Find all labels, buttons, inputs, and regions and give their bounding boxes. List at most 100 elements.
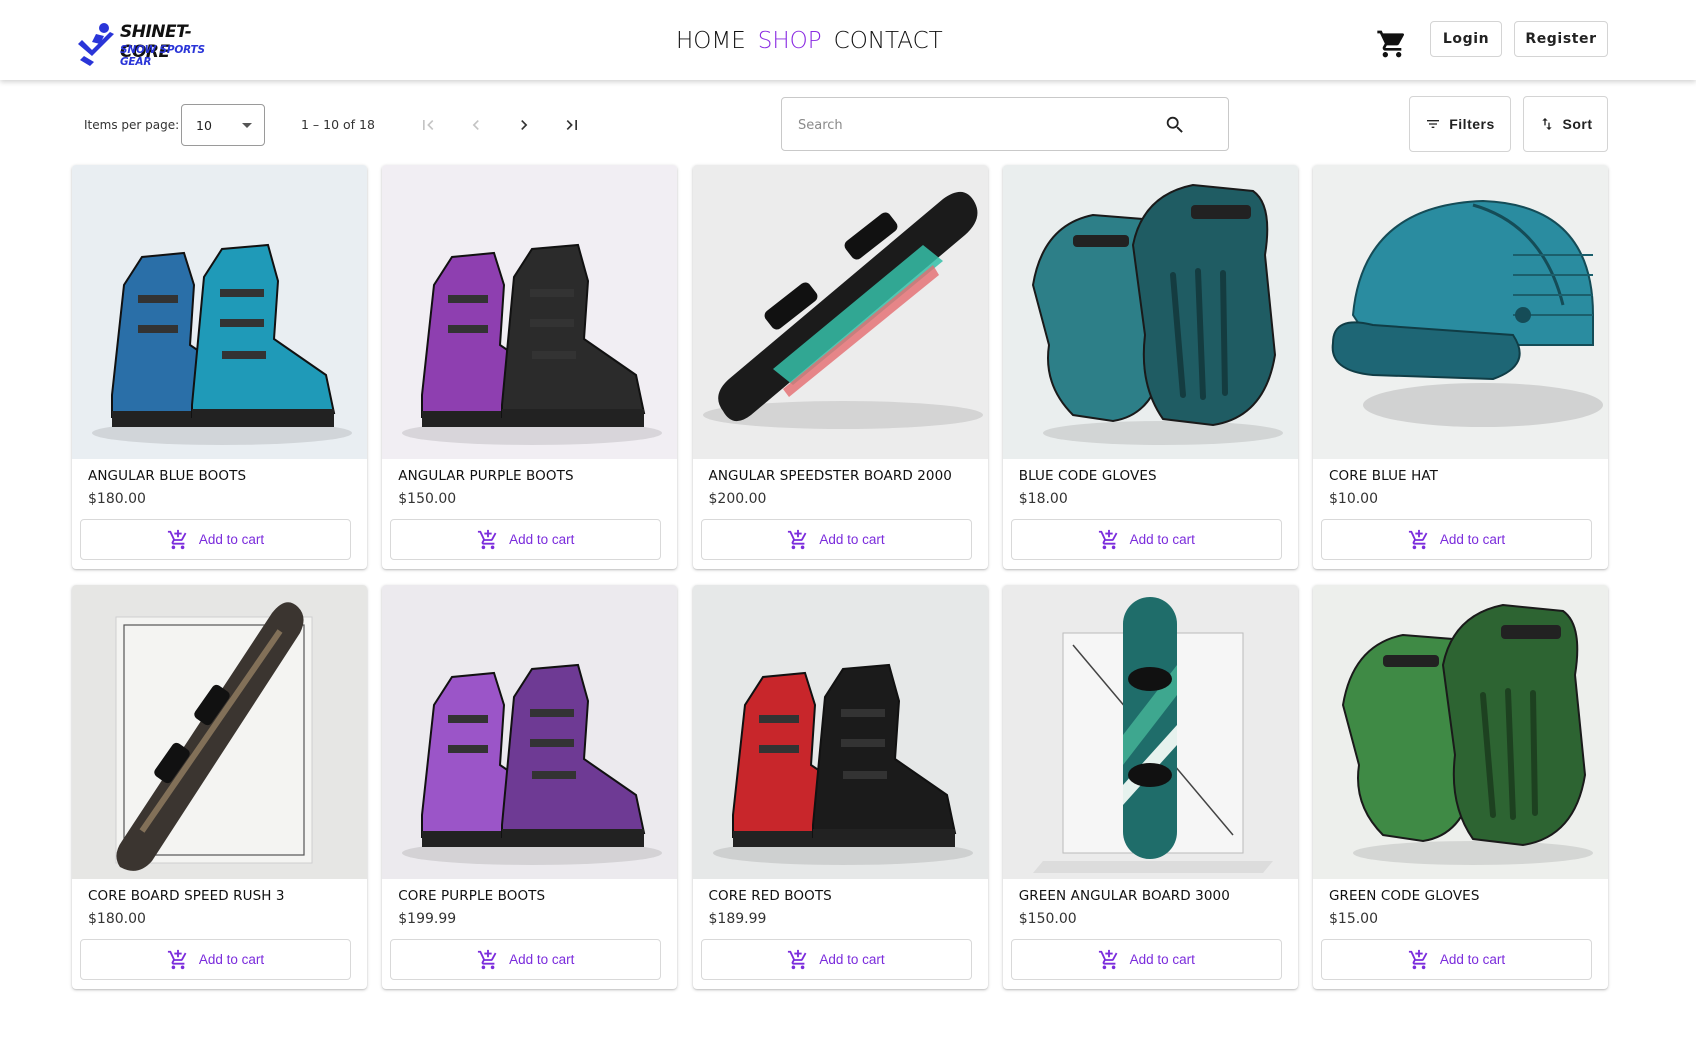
brand-logo[interactable]: SHINET-CORE SNOW SPORTS GEAR (74, 20, 234, 68)
site-header: SHINET-CORE SNOW SPORTS GEAR HOME SHOP C… (0, 0, 1696, 80)
product-price: $15.00 (1329, 911, 1378, 927)
add-to-cart-label: Add to cart (1439, 952, 1506, 967)
sort-label: Sort (1562, 116, 1593, 132)
product-price: $199.99 (398, 911, 457, 927)
product-image (72, 165, 367, 459)
product-image (692, 165, 988, 459)
product-price: $10.00 (1329, 491, 1378, 507)
product-image-wrapper[interactable] (692, 165, 988, 459)
product-name[interactable]: ANGULAR PURPLE BOOTS (398, 468, 573, 484)
nav-contact[interactable]: CONTACT (834, 28, 943, 54)
add-to-cart-button[interactable]: Add to cart (390, 939, 662, 980)
product-price: $200.00 (708, 491, 767, 507)
product-card[interactable]: ANGULAR PURPLE BOOTS $150.00 Add to cart (382, 165, 678, 569)
product-name[interactable]: ANGULAR BLUE BOOTS (88, 468, 246, 484)
product-image-wrapper[interactable] (1313, 585, 1608, 879)
product-image-wrapper[interactable] (72, 585, 367, 879)
product-image (382, 585, 678, 879)
add-to-cart-label: Add to cart (819, 532, 885, 547)
product-name[interactable]: ANGULAR SPEEDSTER BOARD 2000 (709, 468, 952, 484)
last-page-button[interactable] (560, 113, 584, 137)
items-per-page-select[interactable]: 10 (181, 104, 265, 146)
product-image-wrapper[interactable] (1002, 585, 1298, 879)
product-image-wrapper[interactable] (382, 165, 678, 459)
product-image (692, 585, 988, 879)
add-to-cart-button[interactable]: Add to cart (390, 519, 662, 560)
main-nav: HOME SHOP CONTACT (676, 28, 943, 54)
product-price: $180.00 (88, 911, 146, 927)
sort-button[interactable]: Sort (1523, 96, 1608, 152)
add-to-cart-button[interactable]: Add to cart (1321, 519, 1592, 560)
add-to-cart-label: Add to cart (819, 952, 885, 967)
add-to-cart-button[interactable]: Add to cart (80, 519, 351, 560)
product-image (382, 165, 678, 459)
add-shopping-cart-icon (787, 949, 809, 971)
filters-label: Filters (1449, 116, 1495, 132)
add-to-cart-button[interactable]: Add to cart (1010, 939, 1282, 980)
add-to-cart-button[interactable]: Add to cart (1321, 939, 1592, 980)
add-shopping-cart-icon (1098, 949, 1120, 971)
product-name[interactable]: BLUE CODE GLOVES (1019, 468, 1157, 484)
product-name[interactable]: CORE PURPLE BOOTS (398, 888, 545, 904)
product-image (72, 585, 367, 879)
next-page-button[interactable] (512, 113, 536, 137)
product-card[interactable]: CORE RED BOOTS $189.99 Add to cart (692, 585, 988, 989)
chevron-left-icon (472, 120, 479, 130)
product-price: $180.00 (88, 491, 146, 507)
product-name[interactable]: GREEN ANGULAR BOARD 3000 (1019, 888, 1230, 904)
add-to-cart-button[interactable]: Add to cart (80, 939, 351, 980)
product-card[interactable]: GREEN ANGULAR BOARD 3000 $150.00 Add to … (1002, 585, 1298, 989)
add-to-cart-label: Add to cart (1129, 952, 1195, 967)
search-icon[interactable] (1164, 114, 1186, 136)
add-to-cart-label: Add to cart (509, 952, 575, 967)
product-image-wrapper[interactable] (1313, 165, 1608, 459)
brand-tagline: SNOW SPORTS GEAR (120, 44, 205, 68)
product-name[interactable]: CORE BLUE HAT (1329, 468, 1438, 484)
product-name[interactable]: CORE RED BOOTS (709, 888, 832, 904)
search-field (781, 97, 1229, 151)
cart-icon (1377, 30, 1405, 58)
product-price: $18.00 (1018, 491, 1068, 507)
items-per-page-value: 10 (196, 117, 212, 133)
add-shopping-cart-icon (167, 529, 189, 551)
product-image (1002, 165, 1298, 459)
add-shopping-cart-icon (787, 529, 809, 551)
login-button[interactable]: Login (1430, 21, 1502, 57)
product-card[interactable]: ANGULAR SPEEDSTER BOARD 2000 $200.00 Add… (692, 165, 988, 569)
product-card[interactable]: GREEN CODE GLOVES $15.00 Add to cart (1313, 585, 1608, 989)
add-to-cart-label: Add to cart (198, 952, 265, 967)
search-input[interactable] (798, 114, 1138, 136)
product-image-wrapper[interactable] (382, 585, 678, 879)
product-card[interactable]: CORE BOARD SPEED RUSH 3 $180.00 Add to c… (72, 585, 367, 989)
nav-shop[interactable]: SHOP (758, 28, 822, 54)
filters-button[interactable]: Filters (1409, 96, 1511, 152)
product-name[interactable]: GREEN CODE GLOVES (1329, 888, 1479, 904)
snowboarder-icon (78, 23, 114, 66)
add-to-cart-button[interactable]: Add to cart (700, 519, 972, 560)
add-to-cart-label: Add to cart (198, 532, 265, 547)
add-shopping-cart-icon (1408, 949, 1430, 971)
add-shopping-cart-icon (167, 949, 189, 971)
add-shopping-cart-icon (1408, 529, 1430, 551)
first-page-button[interactable] (416, 113, 440, 137)
register-button[interactable]: Register (1514, 21, 1608, 57)
product-card[interactable]: BLUE CODE GLOVES $18.00 Add to cart (1002, 165, 1298, 569)
product-image-wrapper[interactable] (1002, 165, 1298, 459)
product-image (1313, 585, 1608, 879)
product-grid: ANGULAR BLUE BOOTS $180.00 Add to cart A… (72, 165, 1608, 989)
add-shopping-cart-icon (477, 529, 499, 551)
nav-home[interactable]: HOME (676, 28, 746, 54)
product-image-wrapper[interactable] (72, 165, 367, 459)
product-card[interactable]: CORE PURPLE BOOTS $199.99 Add to cart (382, 585, 678, 989)
previous-page-button[interactable] (464, 113, 488, 137)
product-card[interactable]: CORE BLUE HAT $10.00 Add to cart (1313, 165, 1608, 569)
filter-icon (1427, 120, 1440, 128)
product-name[interactable]: CORE BOARD SPEED RUSH 3 (88, 888, 285, 904)
product-card[interactable]: ANGULAR BLUE BOOTS $180.00 Add to cart (72, 165, 367, 569)
cart-button[interactable] (1376, 28, 1408, 60)
dropdown-arrow-icon (242, 123, 252, 128)
add-to-cart-button[interactable]: Add to cart (1010, 519, 1282, 560)
add-to-cart-button[interactable]: Add to cart (700, 939, 972, 980)
product-image-wrapper[interactable] (692, 585, 988, 879)
add-to-cart-label: Add to cart (1129, 532, 1195, 547)
